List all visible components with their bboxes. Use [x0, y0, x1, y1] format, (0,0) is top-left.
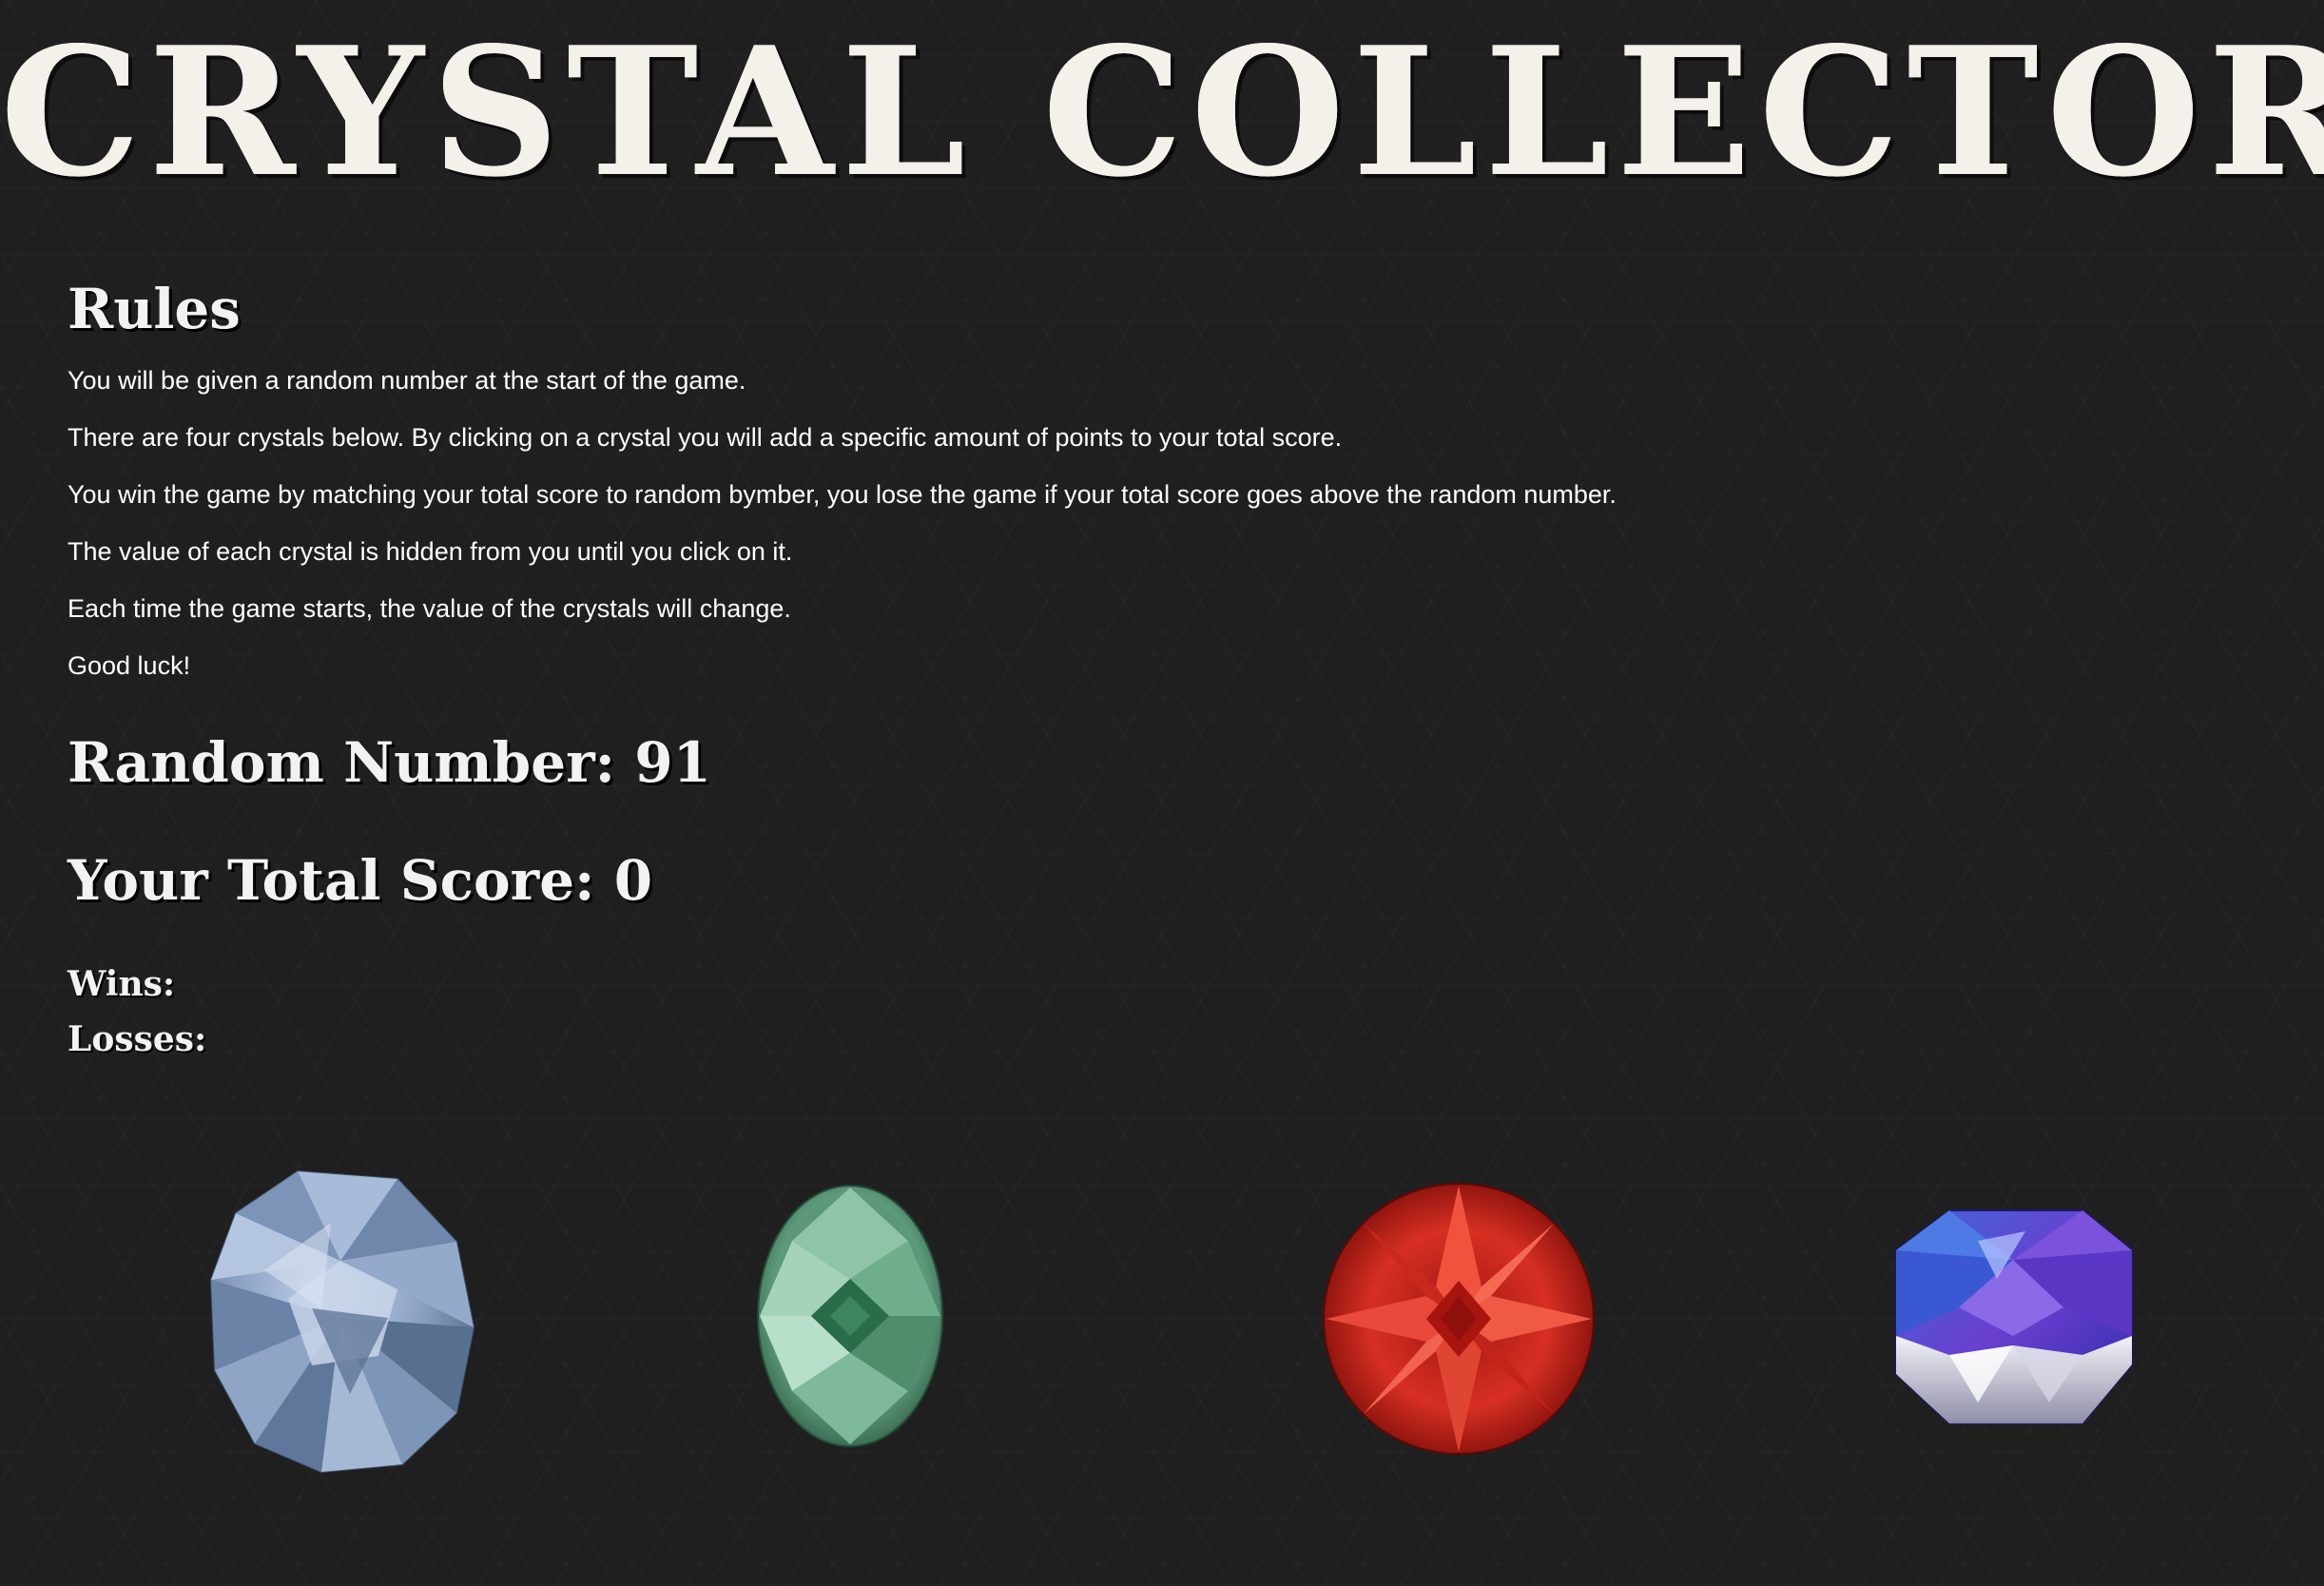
green-crystal-icon — [757, 1185, 943, 1447]
losses-counter: Losses: — [68, 1019, 207, 1059]
rule-line: Good luck! — [68, 651, 191, 680]
red-crystal[interactable] — [1320, 1182, 1598, 1456]
total-score-display: Your Total Score: 0 — [68, 848, 653, 913]
blue-gray-crystal[interactable] — [207, 1166, 475, 1474]
purple-crystal[interactable] — [1892, 1203, 2134, 1431]
rule-line: There are four crystals below. By clicki… — [68, 423, 1343, 452]
green-crystal[interactable] — [756, 1184, 944, 1448]
purple-crystal-icon — [1895, 1209, 2133, 1424]
game-content: Rules You will be given a random number … — [68, 266, 2255, 1059]
rules-heading: Rules — [68, 277, 241, 341]
rule-line: The value of each crystal is hidden from… — [68, 537, 793, 566]
red-crystal-icon — [1323, 1183, 1595, 1455]
rule-line: Each time the game starts, the value of … — [68, 594, 791, 623]
page-title: CRYSTAL COLLECTOR — [0, 8, 2324, 216]
blue-gray-crystal-icon — [209, 1170, 475, 1474]
wins-counter: Wins: — [68, 964, 176, 1004]
random-number-display: Random Number: 91 — [68, 730, 711, 795]
rule-line: You win the game by matching your total … — [68, 480, 1617, 509]
rule-line: You will be given a random number at the… — [68, 366, 746, 395]
